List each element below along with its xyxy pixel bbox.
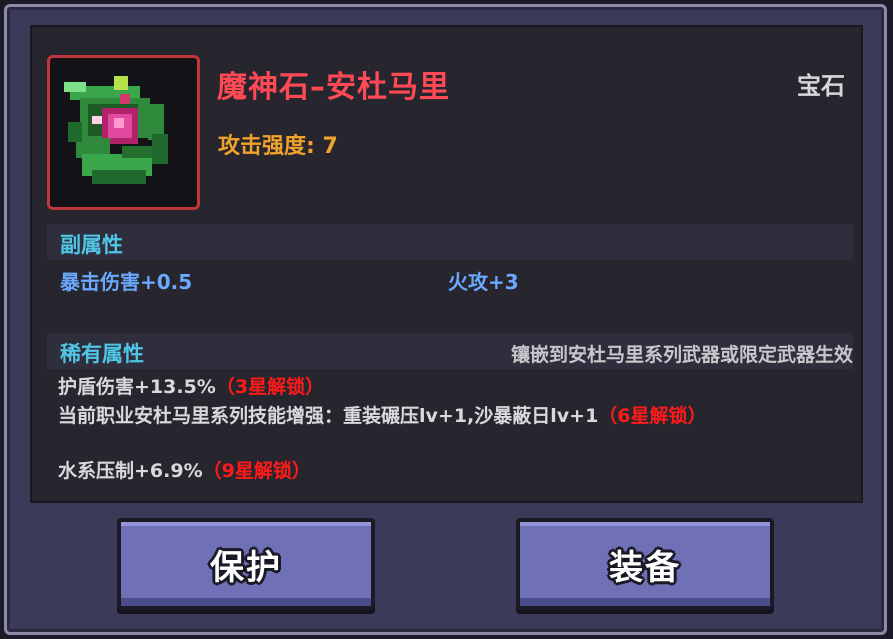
rare-attributes-note: 镶嵌到安杜马里系列武器或限定武器生效 [510, 344, 853, 366]
attack-power: 攻击强度: 7 [218, 134, 338, 159]
rare-attributes-title: 稀有属性 [60, 342, 144, 366]
sub-attributes-header [47, 224, 853, 260]
rare-attribute-text: 当前职业安杜马里系列技能增强：重装碾压lv+1,沙暴蔽日lv+1 [58, 405, 599, 427]
item-icon-frame [47, 55, 200, 210]
unlock-requirement: （6星解锁） [598, 405, 707, 427]
rare-attribute-line: 护盾伤害+13.5%（3星解锁） [58, 374, 828, 400]
equip-button-label: 装备 [609, 547, 681, 588]
equip-button[interactable]: 装备 [516, 518, 774, 610]
demon-stone-icon [64, 76, 168, 184]
rare-attribute-line: 水系压制+6.9%（9星解锁） [58, 458, 828, 484]
item-type-label: 宝石 [797, 72, 845, 100]
unlock-requirement: （3星解锁） [215, 376, 325, 398]
unlock-requirement: （9星解锁） [202, 460, 311, 482]
rare-attribute-line: 当前职业安杜马里系列技能增强：重装碾压lv+1,沙暴蔽日lv+1（6星解锁） [58, 403, 828, 429]
item-name: 魔神石–安杜马里 [217, 70, 450, 105]
protect-button-label: 保护 [210, 547, 282, 588]
protect-button[interactable]: 保护 [117, 518, 375, 610]
rare-attribute-text: 水系压制+6.9% [58, 460, 203, 482]
rare-attribute-text: 护盾伤害+13.5% [58, 376, 216, 398]
sub-stat-crit-damage: 暴击伤害+0.5 [60, 270, 193, 294]
sub-stat-fire-attack: 火攻+3 [448, 270, 519, 294]
sub-attributes-title: 副属性 [60, 233, 123, 257]
